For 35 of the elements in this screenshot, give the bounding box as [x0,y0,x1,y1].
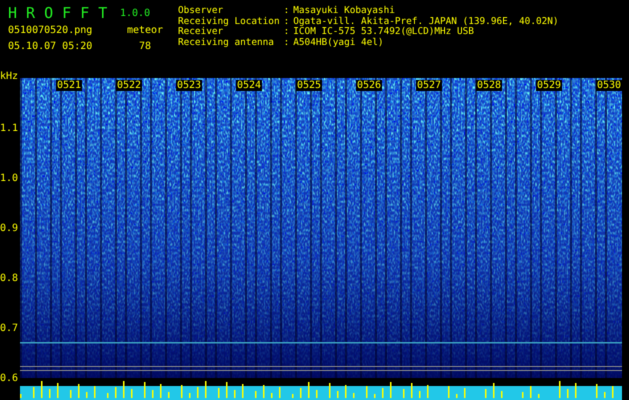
info-label: Receiving Location [178,16,280,26]
date-time: 05.10.07 05:20 [8,40,92,52]
axis-label: 0.8 [0,273,18,284]
time-label: 0524 [236,80,262,91]
meteor-label: meteor [126,24,164,36]
time-label: 0525 [296,80,322,91]
separator: : [284,16,290,27]
info-value: ICOM IC-575 53.7492(@LCD)MHz USB [293,27,475,38]
axis-label: 0.7 [0,323,18,334]
separator: : [284,6,290,16]
axis-label: 0.6 [0,373,18,384]
time-label: 0522 [116,80,142,91]
axis-label: 1.1 [0,123,18,134]
separator: : [284,27,290,38]
info-value: A504HB(yagi 4el) [293,38,385,48]
time-label: 0528 [476,80,502,91]
info-label: Receiving antenna [178,38,275,48]
file-name: 0510070520.png [8,24,92,36]
info-label: Observer [178,6,224,16]
separator: : [284,38,290,48]
axis-label: 1.0 [0,173,18,184]
unit-label: kHz [0,71,18,82]
time-label: 0530 [596,80,622,91]
time-label: 0521 [56,80,82,91]
version-label: 1.0.0 [120,8,150,18]
app-logo: H R O F F T [8,4,108,22]
axis-label: 0.9 [0,223,18,234]
time-label: 0529 [536,80,562,91]
info-label: Receiver [178,27,224,38]
time-label: 0523 [176,80,202,91]
time-label: 0526 [356,80,382,91]
meteor-count: 78 [138,40,152,52]
info-value: Masayuki Kobayashi [293,6,396,16]
time-label: 0527 [416,80,442,91]
info-value: Ogata-vill. Akita-Pref. JAPAN (139.96E, 40.02N) [293,16,559,26]
